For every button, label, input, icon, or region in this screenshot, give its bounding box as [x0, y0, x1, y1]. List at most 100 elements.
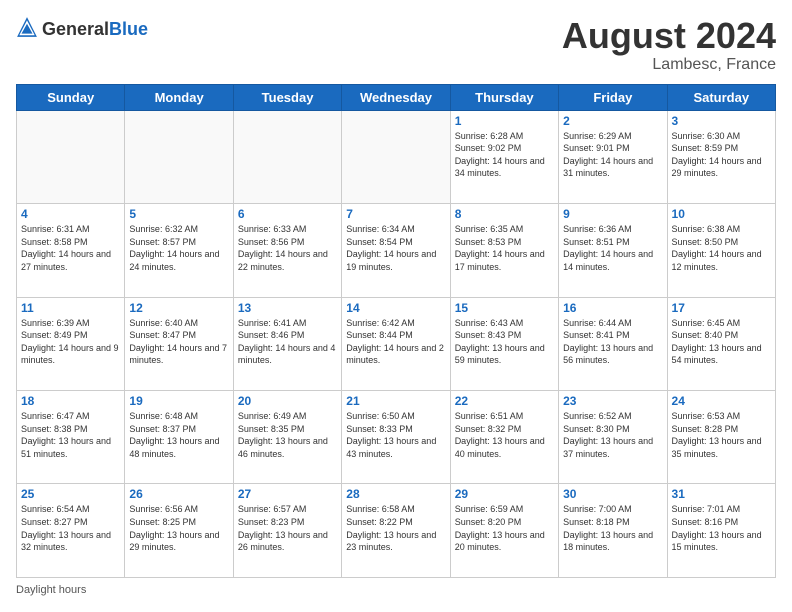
- day-number: 20: [238, 394, 337, 408]
- day-number: 21: [346, 394, 445, 408]
- calendar-cell: 5 Sunrise: 6:32 AM Sunset: 8:57 PM Daylig…: [125, 204, 233, 297]
- col-sunday: Sunday: [17, 84, 125, 110]
- day-info: Sunrise: 6:47 AM Sunset: 8:38 PM Dayligh…: [21, 410, 120, 460]
- day-info: Sunrise: 6:35 AM Sunset: 8:53 PM Dayligh…: [455, 223, 554, 273]
- day-info: Sunrise: 6:31 AM Sunset: 8:58 PM Dayligh…: [21, 223, 120, 273]
- logo-image: [16, 16, 38, 43]
- header: GeneralBlue August 2024 Lambesc, France: [16, 16, 776, 74]
- day-info: Sunrise: 6:29 AM Sunset: 9:01 PM Dayligh…: [563, 130, 662, 180]
- day-info: Sunrise: 6:50 AM Sunset: 8:33 PM Dayligh…: [346, 410, 445, 460]
- calendar-week-3: 11 Sunrise: 6:39 AM Sunset: 8:49 PM Dayli…: [17, 297, 776, 390]
- calendar-cell: [233, 110, 341, 203]
- day-number: 9: [563, 207, 662, 221]
- day-number: 16: [563, 301, 662, 315]
- day-number: 1: [455, 114, 554, 128]
- day-info: Sunrise: 6:38 AM Sunset: 8:50 PM Dayligh…: [672, 223, 771, 273]
- calendar-cell: 27Sunrise: 6:57 AM Sunset: 8:23 PM Dayli…: [233, 484, 341, 578]
- day-info: Sunrise: 6:58 AM Sunset: 8:22 PM Dayligh…: [346, 503, 445, 553]
- calendar-cell: 9 Sunrise: 6:36 AM Sunset: 8:51 PM Daylig…: [559, 204, 667, 297]
- calendar-cell: 12 Sunrise: 6:40 AM Sunset: 8:47 PM Dayli…: [125, 297, 233, 390]
- day-info: Sunrise: 6:39 AM Sunset: 8:49 PM Dayligh…: [21, 317, 120, 367]
- title-area: August 2024 Lambesc, France: [562, 16, 776, 74]
- location-subtitle: Lambesc, France: [562, 56, 776, 74]
- calendar-cell: 7 Sunrise: 6:34 AM Sunset: 8:54 PM Daylig…: [342, 204, 450, 297]
- calendar-cell: 17Sunrise: 6:45 AM Sunset: 8:40 PM Dayli…: [667, 297, 775, 390]
- logo-text: GeneralBlue: [42, 20, 148, 40]
- day-number: 29: [455, 487, 554, 501]
- calendar-cell: 24 Sunrise: 6:53 AM Sunset: 8:28 PM Dayli…: [667, 391, 775, 484]
- day-info: Sunrise: 6:28 AM Sunset: 9:02 PM Dayligh…: [455, 130, 554, 180]
- calendar-header-row: Sunday Monday Tuesday Wednesday Thursday…: [17, 84, 776, 110]
- calendar-cell: 4 Sunrise: 6:31 AM Sunset: 8:58 PM Daylig…: [17, 204, 125, 297]
- day-number: 12: [129, 301, 228, 315]
- calendar-cell: 22 Sunrise: 6:51 AM Sunset: 8:32 PM Dayli…: [450, 391, 558, 484]
- day-number: 26: [129, 487, 228, 501]
- calendar-cell: [17, 110, 125, 203]
- calendar-cell: 31Sunrise: 7:01 AM Sunset: 8:16 PM Dayli…: [667, 484, 775, 578]
- day-number: 14: [346, 301, 445, 315]
- calendar-week-4: 18Sunrise: 6:47 AM Sunset: 8:38 PM Dayli…: [17, 391, 776, 484]
- day-number: 13: [238, 301, 337, 315]
- day-info: Sunrise: 6:54 AM Sunset: 8:27 PM Dayligh…: [21, 503, 120, 553]
- month-title: August 2024: [562, 16, 776, 56]
- calendar-cell: 13 Sunrise: 6:41 AM Sunset: 8:46 PM Dayli…: [233, 297, 341, 390]
- day-number: 3: [672, 114, 771, 128]
- day-info: Sunrise: 6:49 AM Sunset: 8:35 PM Dayligh…: [238, 410, 337, 460]
- calendar-cell: 23Sunrise: 6:52 AM Sunset: 8:30 PM Dayli…: [559, 391, 667, 484]
- calendar-cell: 2Sunrise: 6:29 AM Sunset: 9:01 PM Daylig…: [559, 110, 667, 203]
- calendar-cell: [125, 110, 233, 203]
- day-number: 23: [563, 394, 662, 408]
- calendar-cell: 20 Sunrise: 6:49 AM Sunset: 8:35 PM Dayli…: [233, 391, 341, 484]
- day-info: Sunrise: 6:51 AM Sunset: 8:32 PM Dayligh…: [455, 410, 554, 460]
- calendar-cell: 15Sunrise: 6:43 AM Sunset: 8:43 PM Dayli…: [450, 297, 558, 390]
- footer-note: Daylight hours: [16, 584, 776, 596]
- calendar-cell: 6 Sunrise: 6:33 AM Sunset: 8:56 PM Daylig…: [233, 204, 341, 297]
- calendar-table: Sunday Monday Tuesday Wednesday Thursday…: [16, 84, 776, 578]
- day-info: Sunrise: 6:32 AM Sunset: 8:57 PM Dayligh…: [129, 223, 228, 273]
- calendar-cell: 16 Sunrise: 6:44 AM Sunset: 8:41 PM Dayli…: [559, 297, 667, 390]
- day-info: Sunrise: 6:59 AM Sunset: 8:20 PM Dayligh…: [455, 503, 554, 553]
- day-info: Sunrise: 6:41 AM Sunset: 8:46 PM Dayligh…: [238, 317, 337, 367]
- day-info: Sunrise: 6:56 AM Sunset: 8:25 PM Dayligh…: [129, 503, 228, 553]
- col-monday: Monday: [125, 84, 233, 110]
- col-friday: Friday: [559, 84, 667, 110]
- col-saturday: Saturday: [667, 84, 775, 110]
- calendar-cell: 30Sunrise: 7:00 AM Sunset: 8:18 PM Dayli…: [559, 484, 667, 578]
- day-number: 4: [21, 207, 120, 221]
- day-info: Sunrise: 6:44 AM Sunset: 8:41 PM Dayligh…: [563, 317, 662, 367]
- day-number: 24: [672, 394, 771, 408]
- calendar-cell: 18Sunrise: 6:47 AM Sunset: 8:38 PM Dayli…: [17, 391, 125, 484]
- day-number: 6: [238, 207, 337, 221]
- day-info: Sunrise: 6:30 AM Sunset: 8:59 PM Dayligh…: [672, 130, 771, 180]
- day-info: Sunrise: 7:01 AM Sunset: 8:16 PM Dayligh…: [672, 503, 771, 553]
- day-info: Sunrise: 6:53 AM Sunset: 8:28 PM Dayligh…: [672, 410, 771, 460]
- day-info: Sunrise: 6:33 AM Sunset: 8:56 PM Dayligh…: [238, 223, 337, 273]
- calendar-cell: 10 Sunrise: 6:38 AM Sunset: 8:50 PM Dayli…: [667, 204, 775, 297]
- day-info: Sunrise: 6:36 AM Sunset: 8:51 PM Dayligh…: [563, 223, 662, 273]
- day-number: 5: [129, 207, 228, 221]
- calendar-cell: [342, 110, 450, 203]
- day-number: 25: [21, 487, 120, 501]
- calendar-week-2: 4 Sunrise: 6:31 AM Sunset: 8:58 PM Daylig…: [17, 204, 776, 297]
- calendar-cell: 19Sunrise: 6:48 AM Sunset: 8:37 PM Dayli…: [125, 391, 233, 484]
- day-info: Sunrise: 6:57 AM Sunset: 8:23 PM Dayligh…: [238, 503, 337, 553]
- day-info: Sunrise: 7:00 AM Sunset: 8:18 PM Dayligh…: [563, 503, 662, 553]
- day-number: 10: [672, 207, 771, 221]
- day-info: Sunrise: 6:34 AM Sunset: 8:54 PM Dayligh…: [346, 223, 445, 273]
- calendar-cell: 14Sunrise: 6:42 AM Sunset: 8:44 PM Dayli…: [342, 297, 450, 390]
- col-thursday: Thursday: [450, 84, 558, 110]
- calendar-cell: 25 Sunrise: 6:54 AM Sunset: 8:27 PM Dayli…: [17, 484, 125, 578]
- page: GeneralBlue August 2024 Lambesc, France …: [0, 0, 792, 612]
- day-number: 22: [455, 394, 554, 408]
- calendar-cell: 29 Sunrise: 6:59 AM Sunset: 8:20 PM Dayli…: [450, 484, 558, 578]
- calendar-cell: 3 Sunrise: 6:30 AM Sunset: 8:59 PM Daylig…: [667, 110, 775, 203]
- day-number: 19: [129, 394, 228, 408]
- calendar-cell: 26 Sunrise: 6:56 AM Sunset: 8:25 PM Dayli…: [125, 484, 233, 578]
- day-number: 11: [21, 301, 120, 315]
- calendar-cell: 1 Sunrise: 6:28 AM Sunset: 9:02 PM Daylig…: [450, 110, 558, 203]
- logo: GeneralBlue: [16, 16, 148, 43]
- day-info: Sunrise: 6:40 AM Sunset: 8:47 PM Dayligh…: [129, 317, 228, 367]
- day-number: 8: [455, 207, 554, 221]
- day-number: 7: [346, 207, 445, 221]
- day-number: 17: [672, 301, 771, 315]
